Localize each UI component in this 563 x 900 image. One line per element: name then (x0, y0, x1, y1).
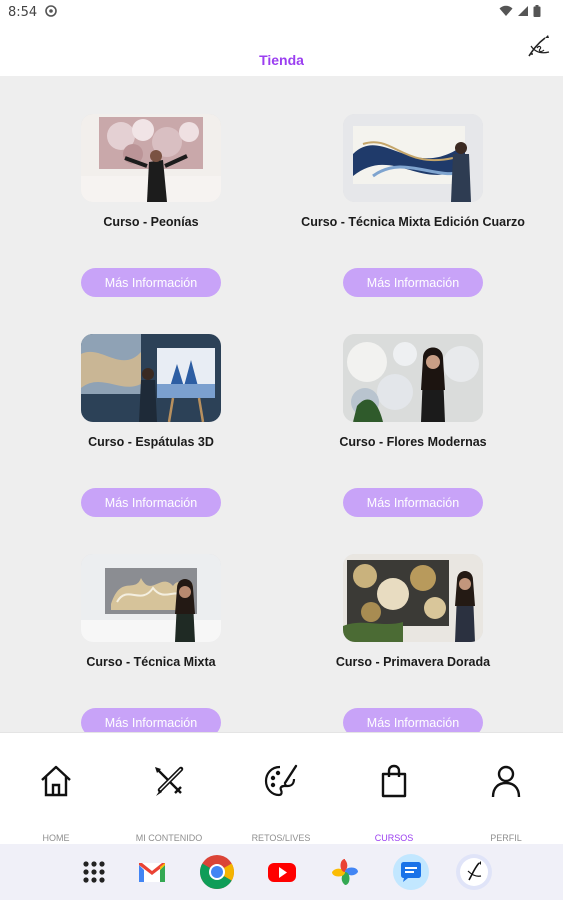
nav-item-mi-contenido[interactable]: MI CONTENIDO (113, 733, 225, 845)
messages-icon[interactable] (392, 853, 430, 891)
photos-icon[interactable] (329, 856, 361, 888)
status-icons (499, 5, 541, 17)
product-title: Curso - Técnica Mixta Edición Cuarzo (301, 215, 525, 229)
product-thumbnail[interactable] (343, 114, 483, 202)
status-time: 8:54 (8, 5, 38, 20)
artist-logo-icon[interactable] (523, 32, 553, 62)
nav-label: RETOS/LIVES (251, 833, 311, 843)
palette-icon (264, 764, 298, 797)
product-thumbnail[interactable] (343, 334, 483, 422)
product-thumbnail[interactable] (81, 114, 221, 202)
product-thumbnail[interactable] (81, 554, 221, 642)
product-card[interactable]: Curso - Peonías Más Información (20, 76, 282, 297)
more-info-button[interactable]: Más Información (81, 488, 221, 517)
youtube-icon[interactable] (266, 856, 298, 888)
more-info-button[interactable]: Más Información (343, 268, 483, 297)
brush-pencil-icon (155, 766, 184, 796)
product-grid[interactable]: Curso - Peonías Más Información Curso - … (0, 76, 563, 732)
product-card[interactable]: Curso - Técnica Mixta Más Información (20, 516, 282, 732)
app-drawer-icon[interactable] (78, 856, 110, 888)
nav-item-retos-lives[interactable]: RETOS/LIVES (225, 733, 337, 845)
more-info-button[interactable]: Más Información (81, 268, 221, 297)
product-card[interactable]: Curso - Técnica Mixta Edición Cuarzo Más… (282, 76, 544, 297)
product-title: Curso - Espátulas 3D (88, 435, 214, 449)
more-info-button[interactable]: Más Información (81, 708, 221, 732)
signal-icon (518, 6, 528, 16)
product-thumbnail[interactable] (81, 334, 221, 422)
nav-item-home[interactable]: HOME (0, 733, 112, 845)
more-info-button[interactable]: Más Información (343, 708, 483, 732)
nav-label: PERFIL (490, 833, 522, 843)
status-bar: 8:54 (0, 0, 563, 24)
app-icon[interactable] (455, 853, 493, 891)
person-icon (491, 765, 521, 798)
gmail-icon[interactable] (136, 856, 168, 888)
page-title: Tienda (259, 52, 304, 68)
nav-label: MI CONTENIDO (135, 833, 203, 843)
system-taskbar (0, 844, 563, 900)
wifi-icon (499, 5, 513, 16)
nav-item-perfil[interactable]: PERFIL (450, 733, 562, 845)
home-icon (41, 765, 71, 797)
shopping-bag-icon (381, 764, 407, 798)
notification-icon (45, 5, 57, 17)
product-title: Curso - Flores Modernas (339, 435, 487, 449)
nav-label: CURSOS (374, 833, 414, 843)
product-image (343, 554, 483, 642)
bottom-navigation: HOME MI CONTENIDO RETOS/LIVES CURSOS PER… (0, 732, 563, 844)
product-image (343, 114, 483, 202)
nav-item-cursos[interactable]: CURSOS (338, 733, 450, 845)
product-card[interactable]: Curso - Espátulas 3D Más Información (20, 296, 282, 517)
product-title: Curso - Peonías (103, 215, 199, 229)
product-title: Curso - Primavera Dorada (335, 655, 491, 669)
product-image (81, 114, 221, 202)
nav-label: HOME (42, 833, 70, 843)
product-image (343, 334, 483, 422)
app-header: Tienda (0, 24, 563, 76)
chrome-icon[interactable] (199, 854, 235, 890)
product-card[interactable]: Curso - Primavera Dorada Más Información (282, 516, 544, 732)
battery-icon (533, 5, 541, 17)
product-card[interactable]: Curso - Flores Modernas Más Información (282, 296, 544, 517)
product-thumbnail[interactable] (343, 554, 483, 642)
more-info-button[interactable]: Más Información (343, 488, 483, 517)
product-image (81, 334, 221, 422)
product-image (81, 554, 221, 642)
product-title: Curso - Técnica Mixta (86, 655, 216, 669)
